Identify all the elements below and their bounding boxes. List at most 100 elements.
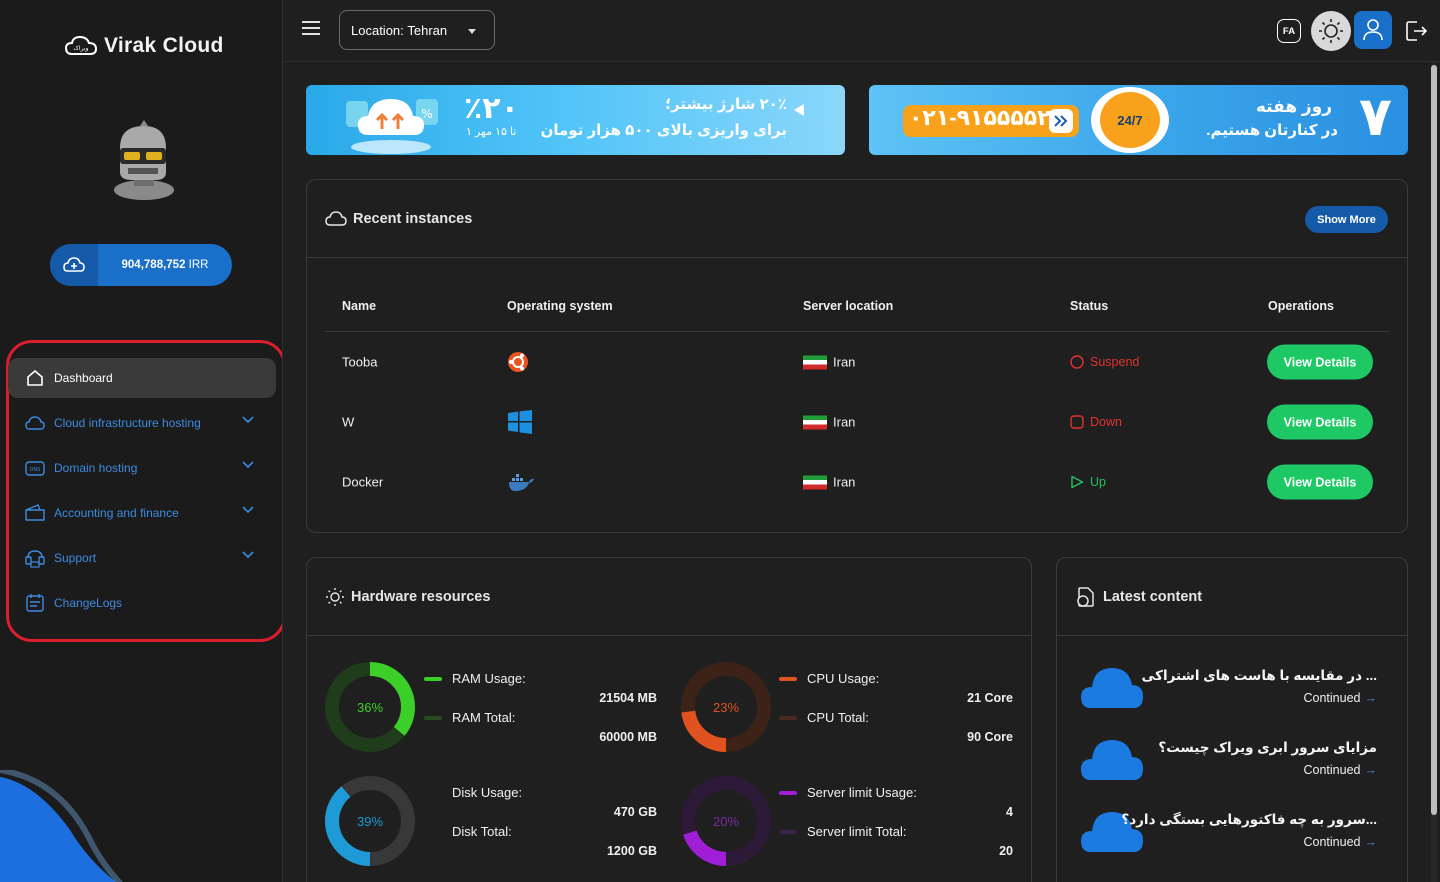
badge-247: 24/7	[1117, 112, 1143, 128]
logout-icon	[1406, 21, 1427, 41]
article-title: ...سرور به چه فاکتورهایی بستگی دارد؟	[1121, 812, 1377, 827]
chevron-down-icon[interactable]	[242, 416, 254, 424]
sidebar-item-domain-hosting[interactable]: DNS Domain hosting	[8, 448, 276, 488]
panel-title: Recent instances	[353, 210, 473, 227]
brand-name: Virak Cloud	[104, 34, 224, 57]
promo-banner-charge[interactable]: % ٪۲۰ ۱ تا ۱۵ مهر ۲۰٪ شارژ بیشتر؛ برای و…	[306, 85, 845, 155]
wallet-icon	[24, 502, 46, 524]
col-header-os: Operating system	[507, 298, 613, 313]
scrollbar-thumb[interactable]	[1431, 65, 1437, 815]
disk-usage-value: 470 GB	[613, 805, 657, 819]
app-root: ویراک Virak Cloud 904,788,752 IRR Dashbo…	[0, 0, 1440, 882]
location-label: Location:	[351, 22, 404, 38]
server-location: Iran	[803, 355, 855, 370]
chevron-down-icon[interactable]	[242, 551, 254, 559]
hardware-resources-panel: Hardware resources 36% RAM Usage: RAM To…	[306, 557, 1032, 882]
show-more-button[interactable]: Show More	[1305, 206, 1388, 233]
iran-flag-icon	[803, 355, 827, 369]
ram-total-value: 60000 MB	[599, 730, 657, 744]
instance-name[interactable]: Docker	[342, 475, 383, 490]
disk-total-label: Disk Total:	[452, 824, 512, 839]
banner-line1: ۲۰٪ شارژ بیشتر؛	[665, 96, 787, 113]
caret-down-icon	[468, 29, 476, 34]
hamburger-menu-icon[interactable]	[301, 20, 321, 36]
ram-donut: 36%	[325, 662, 415, 752]
panel-header: Latest content	[1057, 558, 1407, 636]
arrow-right-icon: →	[1364, 835, 1378, 849]
banner-dates: ۱ تا ۱۵ مهر	[466, 126, 517, 138]
panel-header: Recent instances	[307, 180, 1407, 258]
view-details-button[interactable]: View Details	[1267, 344, 1373, 380]
banner-phone: ۰۲۱-۹۱۵۵۵۵۲۰	[909, 105, 1065, 130]
article-item[interactable]: مزایای سرور ابری ویراک چیست؟ Continued →	[1079, 740, 1389, 800]
user-icon	[1363, 19, 1383, 41]
cloud-thumbnail-icon	[1081, 740, 1143, 780]
location-select[interactable]: Location: Tehran	[339, 10, 495, 50]
panel-header: Hardware resources	[307, 558, 1031, 636]
ram-usage-label: RAM Usage:	[424, 671, 526, 686]
arrow-left-icon	[794, 104, 804, 116]
table-header-row: Name Operating system Server location St…	[325, 280, 1389, 332]
chevron-down-icon[interactable]	[242, 461, 254, 469]
continued-link[interactable]: Continued →	[1304, 763, 1378, 777]
iran-flag-icon	[803, 475, 827, 489]
continued-link[interactable]: Continued →	[1304, 691, 1378, 705]
topbar: Location: Tehran FA	[283, 0, 1440, 62]
col-header-location: Server location	[803, 298, 894, 313]
support-icon	[24, 547, 46, 569]
sidebar-item-support[interactable]: Support	[8, 538, 276, 578]
view-details-button[interactable]: View Details	[1267, 404, 1373, 440]
disk-percent: 39%	[357, 814, 383, 829]
cloud-thumbnail-icon	[1081, 668, 1143, 708]
document-icon	[1077, 586, 1094, 607]
table-row: Tooba Iran Suspend View Details	[325, 332, 1389, 392]
wallet-amount: 904,788,752 IRR	[121, 259, 209, 271]
play-icon	[1071, 475, 1084, 489]
support-badge: 24/7	[1091, 87, 1169, 153]
chevron-down-icon[interactable]	[242, 506, 254, 514]
continued-link[interactable]: Continued →	[1304, 835, 1378, 849]
cpu-usage-label: CPU Usage:	[779, 671, 879, 686]
instance-name[interactable]: W	[342, 415, 354, 430]
sidebar-item-cloud-hosting[interactable]: Cloud infrastructure hosting	[8, 403, 276, 443]
recent-instances-panel: Recent instances Show More Name Operatin…	[306, 179, 1408, 533]
cpu-total-label: CPU Total:	[779, 710, 869, 725]
sun-icon	[1319, 19, 1343, 43]
brand-logo[interactable]: ویراک Virak Cloud	[64, 34, 224, 58]
sidebar-item-changelogs[interactable]: ChangeLogs	[8, 583, 276, 623]
language-toggle[interactable]: FA	[1272, 14, 1306, 48]
theme-toggle-button[interactable]	[1311, 11, 1351, 51]
windows-icon	[507, 410, 533, 434]
profile-button[interactable]	[1354, 11, 1392, 49]
robot-avatar[interactable]	[106, 118, 184, 200]
sidebar-item-accounting[interactable]: Accounting and finance	[8, 493, 276, 533]
arrow-right-icon: →	[1364, 691, 1378, 705]
banner-percent: ٪۲۰	[464, 92, 519, 125]
status-badge: Suspend	[1070, 355, 1139, 369]
stop-icon	[1070, 415, 1084, 429]
ram-usage-value: 21504 MB	[599, 691, 657, 705]
panel-title: Latest content	[1103, 588, 1203, 605]
table-row: W Iran Down View Details	[325, 392, 1389, 452]
col-header-operations: Operations	[1268, 298, 1334, 313]
promo-banner-support[interactable]: ۰۲۱-۹۱۵۵۵۵۲۰ 24/7 روز هفته در کنارتان هس…	[869, 85, 1408, 155]
changelog-icon	[24, 592, 46, 614]
wallet-balance[interactable]: 904,788,752 IRR	[50, 244, 232, 286]
logout-button[interactable]	[1399, 14, 1433, 48]
cloud-icon	[325, 210, 347, 226]
server-usage-value: 4	[1006, 805, 1013, 819]
article-item[interactable]: ...سرور به چه فاکتورهایی بستگی دارد؟ Con…	[1079, 812, 1389, 872]
instance-name[interactable]: Tooba	[342, 355, 377, 370]
server-location: Iran	[803, 415, 855, 430]
sun-icon	[326, 587, 344, 606]
article-item[interactable]: ... در مقایسه با هاست های اشتراکی Contin…	[1079, 668, 1389, 728]
sidebar-item-label: ChangeLogs	[54, 596, 123, 610]
svg-text:%: %	[421, 107, 432, 121]
view-details-button[interactable]: View Details	[1267, 464, 1373, 500]
ram-percent: 36%	[357, 700, 383, 715]
cpu-donut: 23%	[681, 662, 771, 752]
sidebar: ویراک Virak Cloud 904,788,752 IRR Dashbo…	[0, 0, 283, 882]
sidebar-item-dashboard[interactable]: Dashboard	[8, 358, 276, 398]
docker-icon	[507, 471, 535, 493]
ram-total-label: RAM Total:	[424, 710, 515, 725]
